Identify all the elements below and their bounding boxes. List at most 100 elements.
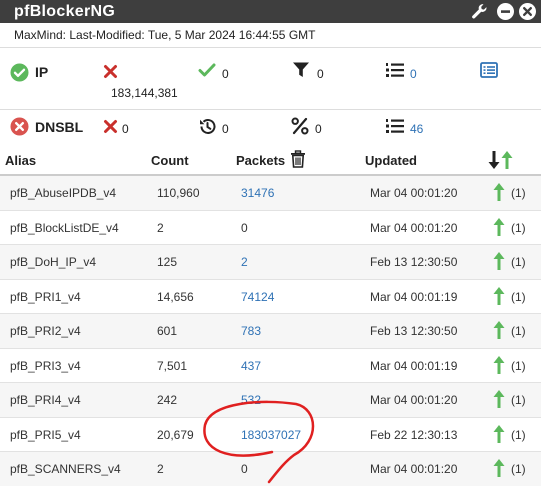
count-cell: 20,679 (157, 427, 194, 442)
rule-count-cell: (1) (511, 393, 526, 407)
packets-cell[interactable]: 783 (241, 324, 261, 338)
check-icon (198, 62, 216, 83)
times-icon (103, 119, 118, 139)
updated-cell: Mar 04 00:01:19 (370, 358, 458, 373)
arrow-up-icon[interactable] (492, 286, 506, 309)
count-cell: 125 (157, 255, 178, 269)
arrow-up-icon[interactable] (492, 355, 506, 378)
dnsbl-failed-count: 0 (122, 122, 129, 136)
count-cell: 601 (157, 324, 178, 338)
rule-count-cell: (1) (511, 324, 526, 338)
updated-cell: Mar 04 00:01:20 (370, 220, 458, 235)
ip-ok-count: 0 (222, 67, 229, 81)
rule-count-cell: (1) (511, 427, 526, 442)
dnsbl-label: DNSBL (35, 119, 84, 135)
alias-cell: pfB_AbuseIPDB_v4 (10, 186, 117, 200)
table-header: Alias Count Packets Updated (0, 146, 541, 176)
count-cell: 7,501 (157, 358, 188, 373)
dnsbl-percent-count: 0 (315, 122, 322, 136)
arrow-up-icon[interactable] (492, 389, 506, 412)
maxmind-status: MaxMind: Last-Modified: Tue, 5 Mar 2024 … (0, 23, 541, 48)
packets-cell: 0 (241, 462, 248, 476)
arrow-up-icon[interactable] (492, 217, 506, 240)
alias-cell: pfB_BlockListDE_v4 (10, 220, 119, 235)
dnsbl-stats-row: DNSBL 0 0 0 46 (0, 110, 541, 146)
alias-table: pfB_AbuseIPDB_v4 110,960 31476 Mar 04 00:01… (0, 176, 541, 486)
ip-failed-count: 183,144,381 (111, 86, 178, 100)
history-icon (198, 117, 217, 141)
arrow-up-icon[interactable] (492, 251, 506, 274)
dnsbl-history-count: 0 (222, 122, 229, 136)
list-alt-icon[interactable] (480, 62, 498, 83)
alias-cell: pfB_PRI2_v4 (10, 324, 81, 338)
table-row: pfB_PRI1_v4 14,656 74124 Mar 04 00:01:19 (1) (0, 280, 541, 314)
maxmind-text: MaxMind: Last-Modified: Tue, 5 Mar 2024 … (14, 28, 316, 42)
updated-cell: Mar 04 00:01:20 (370, 462, 458, 476)
table-row: pfB_AbuseIPDB_v4 110,960 31476 Mar 04 00:01… (0, 176, 541, 211)
rule-count-cell: (1) (511, 358, 526, 373)
alias-cell: pfB_PRI3_v4 (10, 358, 81, 373)
count-cell: 2 (157, 462, 164, 476)
count-cell: 14,656 (157, 289, 194, 304)
header-alias[interactable]: Alias (5, 153, 36, 168)
rule-count-cell: (1) (511, 186, 526, 200)
alias-cell: pfB_PRI1_v4 (10, 289, 81, 304)
widget-titlebar: pfBlockerNG (0, 0, 541, 23)
rule-count-cell: (1) (511, 220, 526, 235)
ip-list-count[interactable]: 0 (410, 67, 417, 81)
alias-cell: pfB_PRI5_v4 (10, 427, 81, 442)
arrow-up-icon[interactable] (492, 182, 506, 205)
updated-cell: Mar 04 00:01:20 (370, 393, 458, 407)
table-row: pfB_PRI4_v4 242 532 Mar 04 00:01:20 (1) (0, 383, 541, 418)
count-cell: 242 (157, 393, 178, 407)
times-icon (103, 64, 118, 84)
sort-arrows-icon[interactable] (486, 149, 516, 176)
table-row: pfB_PRI3_v4 7,501 437 Mar 04 00:01:19 (1) (0, 349, 541, 383)
table-row: pfB_PRI5_v4 20,679 183037027 Feb 22 12:30:1… (0, 418, 541, 452)
arrow-up-icon[interactable] (492, 458, 506, 481)
updated-cell: Feb 13 12:30:50 (370, 255, 458, 269)
wrench-icon[interactable] (470, 2, 489, 21)
arrow-up-icon[interactable] (492, 424, 506, 447)
header-updated[interactable]: Updated (365, 153, 417, 168)
table-row: pfB_BlockListDE_v4 2 0 Mar 04 00:01:20 (1) (0, 211, 541, 245)
alias-cell: pfB_PRI4_v4 (10, 393, 81, 407)
alias-cell: pfB_DoH_IP_v4 (10, 255, 97, 269)
header-packets[interactable]: Packets (236, 153, 285, 168)
rule-count-cell: (1) (511, 289, 526, 304)
widget-title: pfBlockerNG (14, 3, 116, 20)
alias-cell: pfB_SCANNERS_v4 (10, 462, 121, 476)
packets-cell[interactable]: 74124 (241, 290, 274, 304)
count-cell: 2 (157, 220, 164, 235)
minimize-icon[interactable] (496, 2, 515, 21)
packets-cell[interactable]: 2 (241, 255, 248, 269)
arrow-up-icon[interactable] (492, 320, 506, 343)
packets-cell[interactable]: 183037027 (241, 428, 301, 442)
ip-filter-count: 0 (317, 67, 324, 81)
updated-cell: Feb 22 12:30:13 (370, 427, 458, 442)
header-count[interactable]: Count (151, 153, 189, 168)
updated-cell: Mar 04 00:01:20 (370, 186, 458, 200)
rule-count-cell: (1) (511, 462, 526, 476)
rule-count-cell: (1) (511, 255, 526, 269)
count-cell: 110,960 (157, 186, 200, 200)
updated-cell: Feb 13 12:30:50 (370, 324, 458, 338)
packets-cell[interactable]: 532 (241, 393, 261, 407)
close-icon[interactable] (518, 2, 537, 21)
packets-cell: 0 (241, 220, 248, 235)
list-ol-icon (386, 62, 404, 83)
trash-icon[interactable] (290, 150, 306, 173)
packets-cell[interactable]: 31476 (241, 186, 274, 200)
list-ol-icon (386, 118, 404, 139)
filter-icon (292, 61, 310, 84)
packets-cell[interactable]: 437 (241, 359, 261, 373)
ip-stats-row: IP 183,144,381 0 0 0 (0, 48, 541, 110)
table-row: pfB_SCANNERS_v4 2 0 Mar 04 00:01:20 (1) (0, 452, 541, 486)
updated-cell: Mar 04 00:01:19 (370, 289, 458, 304)
ip-label: IP (35, 64, 49, 80)
table-row: pfB_PRI2_v4 601 783 Feb 13 12:30:50 (1) (0, 314, 541, 349)
percent-icon (291, 117, 309, 140)
dnsbl-list-count[interactable]: 46 (410, 122, 423, 136)
check-circle-icon (10, 63, 29, 87)
table-row: pfB_DoH_IP_v4 125 2 Feb 13 12:30:50 (1) (0, 245, 541, 280)
